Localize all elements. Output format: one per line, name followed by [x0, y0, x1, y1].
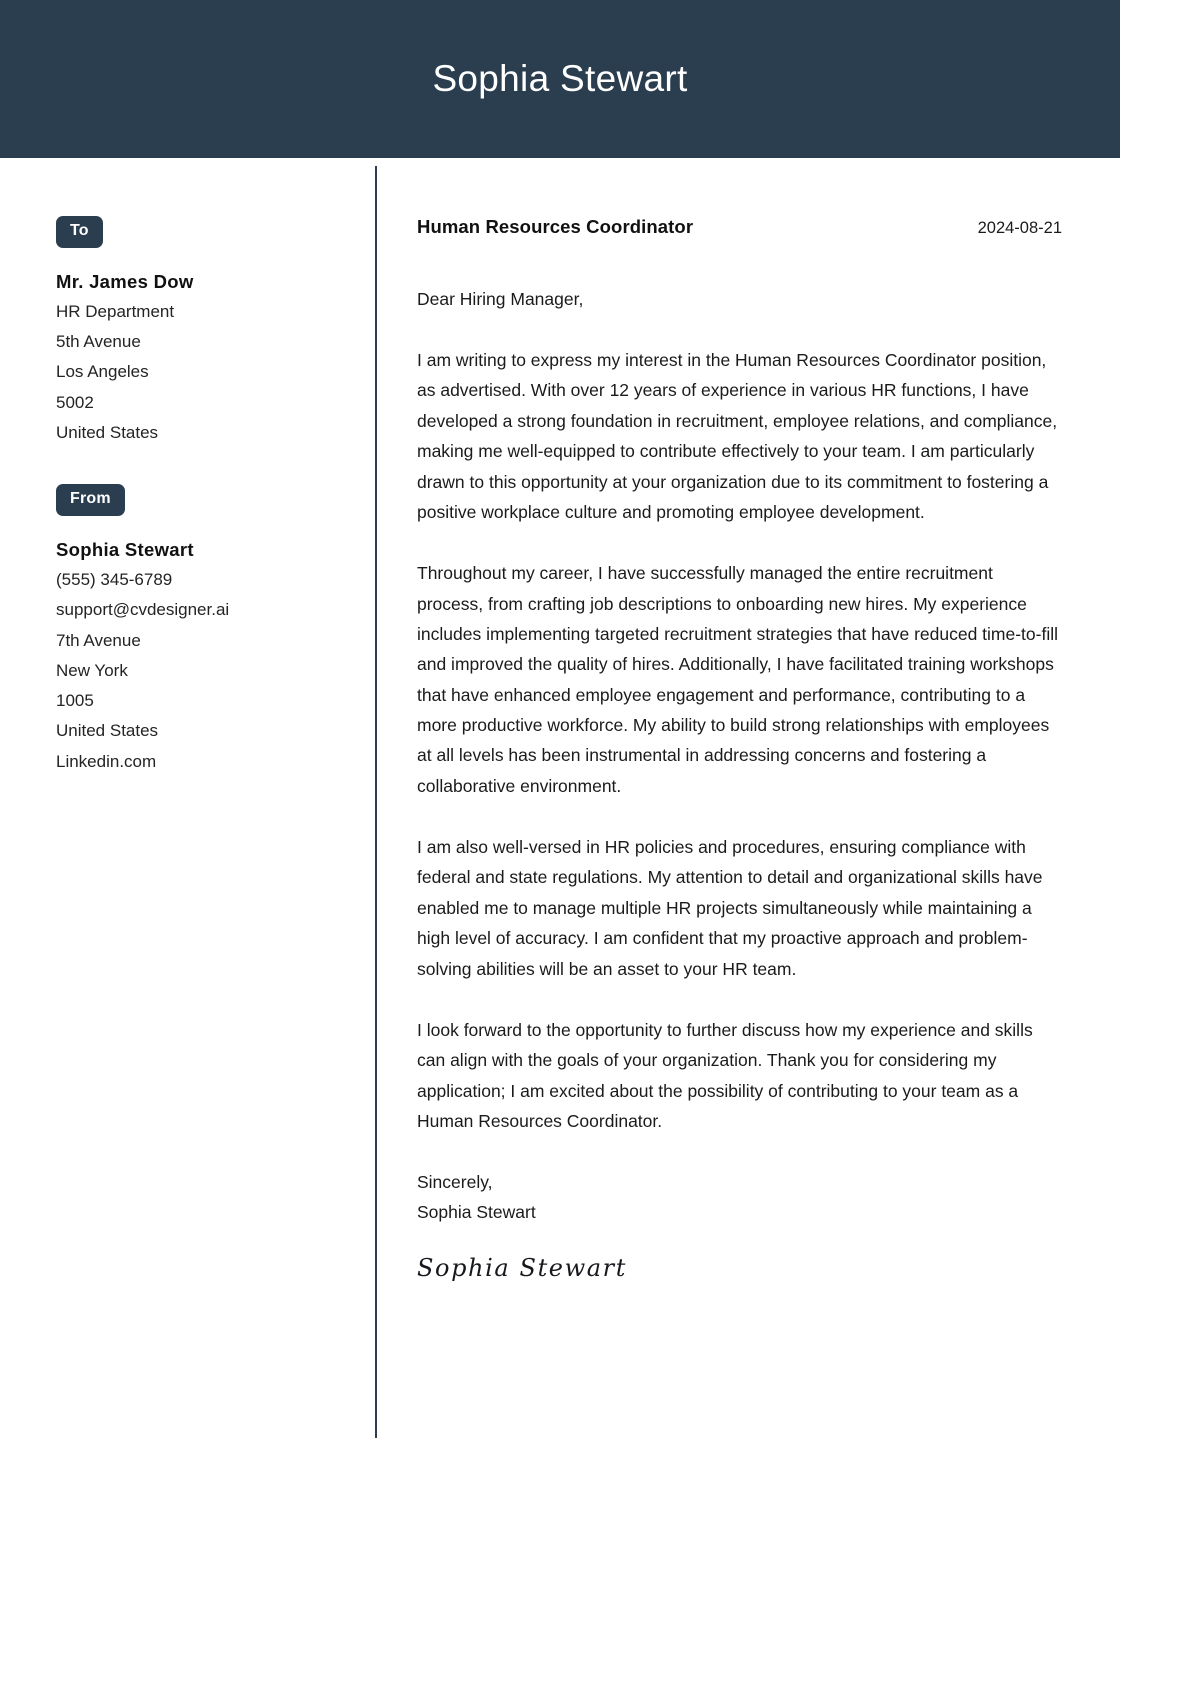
address-line: 7th Avenue — [56, 630, 141, 650]
document-body: To Mr. James Dow HR Department 5th Avenu… — [0, 158, 1120, 1478]
address-line: 5002 — [56, 392, 94, 412]
sender-phone: (555) 345-6789 — [56, 570, 173, 589]
sender-name: Sophia Stewart — [56, 538, 194, 560]
closing-salutation: Sincerely, — [417, 1172, 493, 1193]
address-line: Los Angeles — [56, 362, 149, 382]
to-section: To Mr. James Dow HR Department 5th Avenu… — [56, 216, 345, 448]
salutation: Dear Hiring Manager, — [417, 289, 584, 309]
job-title: Human Resources Coordinator — [417, 216, 694, 237]
from-section: From Sophia Stewart (555) 345-6789 suppo… — [56, 484, 345, 777]
letter-paragraph: I look forward to the opportunity to fur… — [417, 1019, 1033, 1131]
letter-header: Human Resources Coordinator 2024-08-21 — [417, 216, 1062, 238]
cover-letter-page: Sophia Stewart To Mr. James Dow HR Depar… — [0, 0, 1200, 1684]
letter-content: Human Resources Coordinator 2024-08-21 D… — [377, 158, 1120, 1478]
sender-linkedin: Linkedin.com — [56, 751, 157, 771]
address-line: United States — [56, 721, 159, 741]
letter-paragraph: I am writing to express my interest in t… — [417, 350, 1058, 522]
document-header: Sophia Stewart — [0, 0, 1120, 158]
letter-paragraph: I am also well-versed in HR policies and… — [417, 837, 1043, 979]
letter-date: 2024-08-21 — [977, 219, 1062, 237]
address-line: New York — [56, 660, 128, 680]
address-line: 5th Avenue — [56, 332, 141, 352]
address-sidebar: To Mr. James Dow HR Department 5th Avenu… — [0, 158, 375, 1478]
address-line: 1005 — [56, 691, 94, 710]
sender-email: support@cvdesigner.ai — [56, 600, 230, 620]
from-badge: From — [56, 484, 125, 516]
signature: Sophia Stewart — [417, 1253, 627, 1282]
to-badge: To — [56, 216, 103, 248]
recipient-name: Mr. James Dow — [56, 270, 194, 292]
closing-name: Sophia Stewart — [417, 1202, 536, 1223]
address-line: United States — [56, 422, 159, 442]
page-title: Sophia Stewart — [432, 57, 688, 99]
recipient-address-block: Mr. James Dow HR Department 5th Avenue L… — [56, 266, 345, 448]
address-line: HR Department — [56, 301, 175, 321]
sender-address-block: Sophia Stewart (555) 345-6789 support@cv… — [56, 534, 345, 777]
letter-paragraph: Throughout my career, I have successfull… — [417, 563, 1059, 796]
